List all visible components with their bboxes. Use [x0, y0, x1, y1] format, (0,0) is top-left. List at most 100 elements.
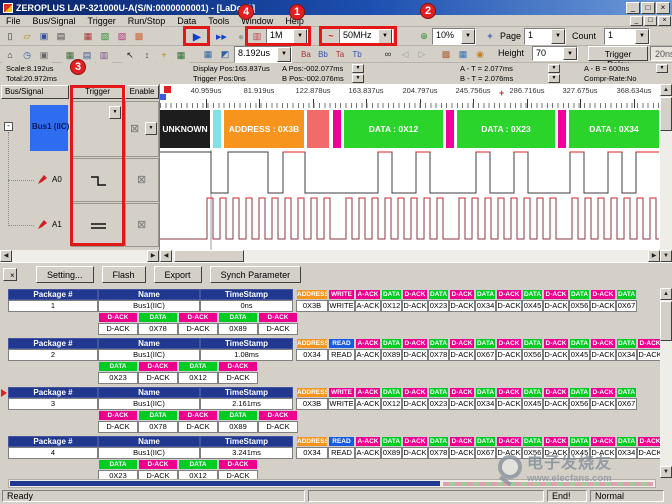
a-pos-dropdown[interactable]: ▼	[352, 64, 364, 73]
count-select[interactable]: 1 ▼	[604, 28, 650, 45]
dropdown-arrow-icon[interactable]: ▼	[277, 47, 291, 62]
vscrollbar-thumb[interactable]	[660, 97, 672, 131]
doc-minimize-button[interactable]: _	[630, 16, 643, 26]
height-select[interactable]: 70 ▼	[532, 46, 578, 61]
waveform-area[interactable]: 40.959us81.919us122.878us163.837us204.79…	[160, 84, 660, 250]
repeat-run-button[interactable]: ▶▶	[209, 28, 231, 44]
maximize-button[interactable]: □	[641, 2, 655, 14]
menu-run-stop[interactable]: Run/Stop	[122, 16, 172, 26]
packet-block-3[interactable]: Package #NameTimeStampADDRESSWRITEA-ACKD…	[8, 387, 637, 433]
enable-checkbox-icon[interactable]: ⊠	[137, 173, 146, 186]
time-a-icon[interactable]: Ta	[332, 46, 348, 62]
bus-segment-data-0x23[interactable]: DATA : 0X23	[457, 110, 555, 148]
menu-data[interactable]: Data	[171, 16, 202, 26]
menu-tools[interactable]: Tools	[202, 16, 235, 26]
menu-bus-signal[interactable]: Bus/Signal	[27, 16, 82, 26]
trigger-content-icon[interactable]: ▩	[131, 28, 147, 44]
enable-checkbox-icon[interactable]: ⊠	[137, 218, 146, 231]
hscrollbar-thumb[interactable]	[174, 250, 244, 262]
doc-restore-button[interactable]: □	[644, 16, 657, 26]
enable-column-header[interactable]: Enable	[125, 85, 159, 99]
doc-close-button[interactable]: ×	[658, 16, 671, 26]
screenshot-icon[interactable]: ▣	[36, 47, 52, 63]
trigger-setup-icon[interactable]: ▨	[114, 28, 130, 44]
dropdown-arrow-icon[interactable]: ▼	[145, 122, 157, 135]
dropdown-arrow-icon[interactable]: ▼	[551, 29, 565, 44]
waveform-vscrollbar[interactable]: ▲ ▼	[660, 84, 672, 262]
find-prev-icon[interactable]: ◁	[397, 46, 413, 62]
packet-block-1[interactable]: Package #NameTimeStampADDRESSWRITEA-ACKD…	[8, 289, 637, 335]
vscrollbar-thumb[interactable]	[660, 301, 672, 341]
bus-segment-data-0x34[interactable]: DATA : 0X34	[569, 110, 659, 148]
trigger-delay-button[interactable]: Trigger Delay	[588, 46, 648, 61]
dropdown-arrow-icon[interactable]: ▼	[563, 47, 577, 60]
a-b-dropdown[interactable]: ▼	[656, 64, 668, 73]
waveform-hscrollbar[interactable]: ◀ ▶	[160, 250, 660, 262]
a0-enable-cell[interactable]: ⊠	[125, 158, 159, 202]
close-button[interactable]: ×	[656, 2, 670, 14]
a-t-dropdown[interactable]: ▼	[548, 64, 560, 73]
timer-icon[interactable]: ◷	[19, 47, 35, 63]
hand-tool-icon[interactable]: +	[156, 47, 172, 63]
find-next-icon[interactable]: ▷	[414, 46, 430, 62]
bus-name-label[interactable]: Bus1 (IIC)	[32, 122, 69, 131]
a-bar-marker[interactable]: +	[499, 88, 504, 98]
bus-segment-separator[interactable]	[213, 110, 221, 148]
find-icon[interactable]: ∞	[380, 46, 396, 62]
bus-segment-separator[interactable]	[446, 110, 454, 148]
packet-list-icon[interactable]: ▩	[438, 46, 454, 62]
packet-list-vscrollbar[interactable]: ▲ ▼	[660, 288, 672, 478]
corner-tool-icon[interactable]: ◩	[217, 46, 233, 62]
multi-select-icon[interactable]: ↕	[139, 47, 155, 63]
panel-close-button[interactable]: ×	[3, 268, 17, 281]
new-file-icon[interactable]: ▯	[2, 28, 18, 44]
dropdown-arrow-icon[interactable]: ▼	[635, 29, 649, 44]
bus-segment-address-0x3b[interactable]: ADDRESS : 0X3B	[224, 110, 304, 148]
b-pos-dropdown[interactable]: ▼	[352, 74, 364, 83]
time-scale-select[interactable]: 8.192us ▼	[234, 46, 292, 63]
bus-segment-separator[interactable]	[558, 110, 566, 148]
bus-segment-separator[interactable]	[333, 110, 341, 148]
dropdown-arrow-icon[interactable]: ▼	[461, 29, 475, 44]
select-cursor-icon[interactable]: ↖	[122, 47, 138, 63]
tab-setting-[interactable]: Setting...	[36, 266, 94, 283]
tab-export[interactable]: Export	[154, 266, 202, 283]
grid-view-icon[interactable]: ▦	[173, 47, 189, 63]
menu-trigger[interactable]: Trigger	[82, 16, 122, 26]
grid-mode-icon[interactable]: ▦	[200, 46, 216, 62]
tab-flash[interactable]: Flash	[102, 266, 146, 283]
save-icon[interactable]: ▣	[36, 28, 52, 44]
time-b-icon[interactable]: Tb	[349, 46, 365, 62]
minimize-button[interactable]: _	[626, 2, 640, 14]
bus-segment-data-0x12[interactable]: DATA : 0X12	[344, 110, 443, 148]
bus-segment-unknown[interactable]: UNKNOWN	[160, 110, 210, 148]
signal-a1-label[interactable]: A1	[52, 220, 62, 229]
bar-b-icon[interactable]: Bb	[315, 46, 331, 62]
home-icon[interactable]: ⌂	[2, 47, 18, 63]
bar-a-icon[interactable]: Ba	[298, 46, 314, 62]
menu-file[interactable]: File	[0, 16, 27, 26]
enable-checkbox-icon[interactable]: ⊠	[130, 122, 139, 135]
signal-panel-hscrollbar[interactable]: ◀ ▶	[0, 250, 159, 262]
packet-block-2[interactable]: Package #NameTimeStampADDRESSREADA-ACKDA…	[8, 338, 663, 384]
signal-a0-label[interactable]: A0	[52, 175, 62, 184]
page-select[interactable]: 1 ▼	[524, 28, 566, 45]
a1-enable-cell[interactable]: ⊠	[125, 203, 159, 247]
statistics-icon[interactable]: ▦	[455, 46, 471, 62]
refresh-icon[interactable]: ◉	[472, 46, 488, 62]
tab-synch-parameter[interactable]: Synch Parameter	[210, 266, 302, 283]
bus-signal-column-header[interactable]: Bus/Signal	[1, 85, 69, 99]
bus-signal-setup-icon[interactable]: ▦	[80, 28, 96, 44]
collapse-toggle[interactable]: -	[4, 122, 13, 131]
bus-enable-cell[interactable]: ⊠ ▼	[125, 101, 159, 157]
open-folder-icon[interactable]: ▱	[19, 28, 35, 44]
window-layout-3-icon[interactable]: ▥	[96, 47, 112, 63]
tree-line	[8, 225, 34, 226]
bus-segment-separator[interactable]	[307, 110, 329, 148]
b-t-dropdown[interactable]: ▼	[548, 74, 560, 83]
zoom-select[interactable]: 10% ▼	[432, 28, 476, 45]
trigger-position-marker[interactable]	[164, 86, 171, 93]
print-icon[interactable]: ▤	[53, 28, 69, 44]
hscrollbar-thumb[interactable]	[10, 481, 440, 486]
sampling-setup-icon[interactable]: ▧	[97, 28, 113, 44]
